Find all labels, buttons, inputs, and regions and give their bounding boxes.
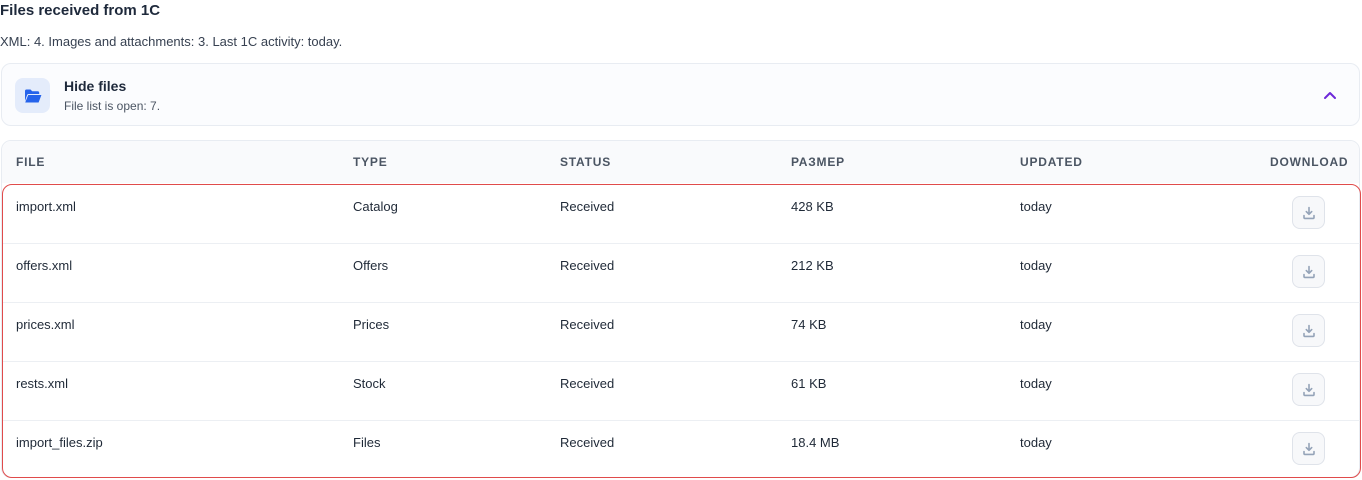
hide-files-toggle[interactable]: Hide files File list is open: 7. bbox=[1, 63, 1360, 126]
file-updated: today bbox=[1020, 317, 1052, 332]
toggle-title: Hide files bbox=[64, 78, 127, 94]
header-file: FILE bbox=[16, 155, 46, 169]
header-download: DOWNLOAD bbox=[1270, 155, 1349, 169]
file-name: import.xml bbox=[16, 199, 76, 214]
files-table: FILE TYPE STATUS РАЗМЕР UPDATED DOWNLOAD… bbox=[1, 140, 1361, 478]
file-type: Offers bbox=[353, 258, 389, 273]
header-updated: UPDATED bbox=[1020, 155, 1083, 169]
table-row: import.xml Catalog Received 428 KB today bbox=[3, 185, 1360, 244]
file-type: Files bbox=[353, 435, 381, 450]
file-status: Received bbox=[560, 435, 615, 450]
file-status: Received bbox=[560, 258, 615, 273]
table-row: import_files.zip Files Received 18.4 MB … bbox=[3, 421, 1360, 480]
header-status: STATUS bbox=[560, 155, 612, 169]
download-icon bbox=[1302, 324, 1315, 337]
file-size: 428 KB bbox=[791, 199, 834, 214]
download-button[interactable] bbox=[1292, 255, 1325, 288]
table-header: FILE TYPE STATUS РАЗМЕР UPDATED DOWNLOAD bbox=[2, 141, 1359, 183]
download-icon bbox=[1302, 383, 1315, 396]
file-name: prices.xml bbox=[16, 317, 75, 332]
download-button[interactable] bbox=[1292, 314, 1325, 347]
file-status: Received bbox=[560, 199, 615, 214]
download-icon bbox=[1302, 442, 1315, 455]
file-name: rests.xml bbox=[16, 376, 68, 391]
file-updated: today bbox=[1020, 435, 1052, 450]
download-button[interactable] bbox=[1292, 373, 1325, 406]
file-name: import_files.zip bbox=[16, 435, 103, 450]
download-icon bbox=[1302, 265, 1315, 278]
chevron-up-icon[interactable] bbox=[1321, 86, 1339, 104]
file-size: 212 KB bbox=[791, 258, 834, 273]
table-row: prices.xml Prices Received 74 KB today bbox=[3, 303, 1360, 362]
table-row: rests.xml Stock Received 61 KB today bbox=[3, 362, 1360, 421]
file-type: Catalog bbox=[353, 199, 398, 214]
file-status: Received bbox=[560, 376, 615, 391]
file-updated: today bbox=[1020, 199, 1052, 214]
page-title: Files received from 1C bbox=[0, 2, 161, 19]
download-icon bbox=[1302, 206, 1315, 219]
header-size: РАЗМЕР bbox=[791, 155, 845, 169]
file-size: 74 KB bbox=[791, 317, 827, 332]
download-button[interactable] bbox=[1292, 196, 1325, 229]
download-button[interactable] bbox=[1292, 432, 1325, 465]
file-status: Received bbox=[560, 317, 615, 332]
table-row: offers.xml Offers Received 212 KB today bbox=[3, 244, 1360, 303]
highlighted-rows: import.xml Catalog Received 428 KB today… bbox=[2, 184, 1361, 478]
file-updated: today bbox=[1020, 376, 1052, 391]
toggle-subtitle: File list is open: 7. bbox=[64, 99, 161, 113]
header-type: TYPE bbox=[353, 155, 388, 169]
files-summary: XML: 4. Images and attachments: 3. Last … bbox=[0, 34, 343, 49]
file-size: 18.4 MB bbox=[791, 435, 840, 450]
folder-open-icon bbox=[15, 78, 50, 113]
file-name: offers.xml bbox=[16, 258, 73, 273]
file-type: Prices bbox=[353, 317, 390, 332]
file-updated: today bbox=[1020, 258, 1052, 273]
file-size: 61 KB bbox=[791, 376, 827, 391]
file-type: Stock bbox=[353, 376, 386, 391]
